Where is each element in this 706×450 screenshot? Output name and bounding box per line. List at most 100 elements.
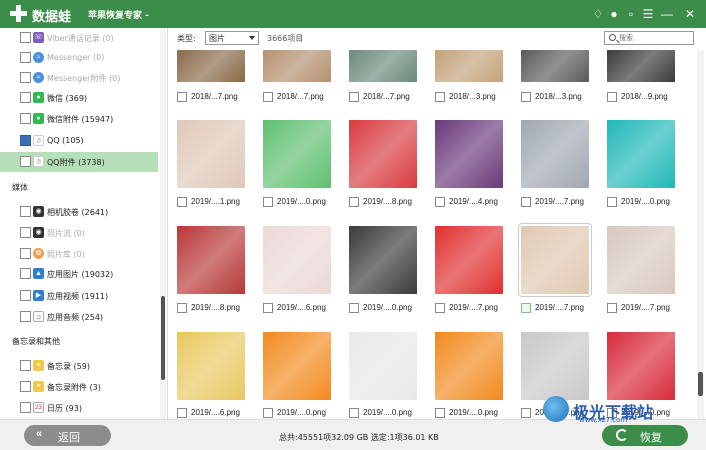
thumbnail[interactable] xyxy=(177,226,245,294)
sidebar-scrollbar[interactable] xyxy=(160,28,166,419)
checkbox[interactable] xyxy=(20,156,31,167)
thumbnail-checkbox[interactable] xyxy=(263,92,273,102)
sidebar-item-app-videos[interactable]: ▶ 应用视频 (1911) xyxy=(0,286,158,306)
search-box[interactable] xyxy=(604,31,694,45)
thumbnail-checkbox[interactable] xyxy=(521,408,531,418)
sidebar-item-notes[interactable]: ≡ 备忘录 (59) xyxy=(0,356,158,376)
sidebar-item-photo-stream[interactable]: ◉ 照片流 (0) xyxy=(0,223,158,243)
thumbnail[interactable] xyxy=(177,332,245,400)
thumbnail-checkbox[interactable] xyxy=(435,92,445,102)
checkbox[interactable] xyxy=(20,32,31,43)
sidebar-item-calendar[interactable]: 23 日历 (93) xyxy=(0,398,158,418)
back-button[interactable]: « 返回 xyxy=(24,425,111,446)
thumbnail[interactable] xyxy=(607,50,675,82)
thumbnail[interactable] xyxy=(263,50,331,82)
sidebar-item-notes-attachments[interactable]: ≡ 备忘录附件 (3) xyxy=(0,377,158,397)
thumbnail-checkbox[interactable] xyxy=(521,92,531,102)
close-icon[interactable]: ✕ xyxy=(682,7,698,21)
checkbox[interactable] xyxy=(20,248,31,259)
sidebar-item-wechat-attachments[interactable]: ● 微信附件 (15947) xyxy=(0,109,158,129)
checkbox[interactable] xyxy=(20,311,31,322)
sidebar-item-viber-calls[interactable]: ☏ Viber通话记录 (0) xyxy=(0,28,158,48)
checkbox[interactable] xyxy=(20,92,31,103)
checkbox[interactable] xyxy=(20,72,31,83)
thumbnail-checkbox[interactable] xyxy=(521,303,531,313)
thumbnail[interactable] xyxy=(435,332,503,400)
thumbnail-checkbox[interactable] xyxy=(349,408,359,418)
thumbnail[interactable] xyxy=(263,120,331,188)
recover-button[interactable]: 恢复 xyxy=(602,425,688,446)
thumbnail[interactable] xyxy=(177,50,245,82)
sidebar-item-qq-attachments[interactable]: ☃ QQ附件 (3738) xyxy=(0,152,158,172)
menu-icon[interactable]: ☰ xyxy=(640,7,656,21)
thumbnail[interactable] xyxy=(518,223,592,297)
thumbnail[interactable] xyxy=(521,50,589,82)
sidebar-item-wechat[interactable]: ● 微信 (369) xyxy=(0,88,158,108)
grid-scrollbar-thumb[interactable] xyxy=(698,372,703,396)
thumbnail[interactable] xyxy=(349,50,417,82)
grid-scrollbar[interactable] xyxy=(697,50,704,419)
checkbox[interactable] xyxy=(20,52,31,63)
thumbnail-checkbox[interactable] xyxy=(607,92,617,102)
thumbnail-checkbox[interactable] xyxy=(177,303,187,313)
chat-icon[interactable]: ● xyxy=(606,7,622,21)
thumbnail-checkbox[interactable] xyxy=(263,197,273,207)
checkbox[interactable] xyxy=(20,290,31,301)
thumbnail[interactable] xyxy=(607,120,675,188)
thumbnail-checkbox[interactable] xyxy=(177,408,187,418)
sidebar-item-app-audio[interactable]: ♫ 应用音频 (254) xyxy=(0,307,158,327)
sidebar-item-app-images[interactable]: ▲ 应用图片 (19032) xyxy=(0,264,158,284)
thumbnail-checkbox[interactable] xyxy=(607,303,617,313)
thumbnail[interactable] xyxy=(521,332,589,400)
checkbox[interactable] xyxy=(20,135,31,146)
thumbnail-checkbox[interactable] xyxy=(263,408,273,418)
thumbnail[interactable] xyxy=(435,50,503,82)
thumbnail-checkbox[interactable] xyxy=(435,303,445,313)
sidebar-scrollbar-thumb[interactable] xyxy=(161,296,165,380)
checkbox[interactable] xyxy=(20,206,31,217)
diamond-icon[interactable]: ♢ xyxy=(590,7,606,21)
thumbnail-checkbox[interactable] xyxy=(177,197,187,207)
thumbnail-checkbox[interactable] xyxy=(435,197,445,207)
checkbox[interactable] xyxy=(20,268,31,279)
thumbnail[interactable] xyxy=(349,332,417,400)
thumbnail[interactable] xyxy=(349,120,417,188)
thumbnail-checkbox[interactable] xyxy=(349,92,359,102)
thumbnail[interactable] xyxy=(607,226,675,294)
search-input[interactable] xyxy=(619,33,691,43)
sidebar-item-label: Viber通话记录 (0) xyxy=(47,34,114,43)
checkbox[interactable] xyxy=(20,402,31,413)
thumbnail-image xyxy=(349,332,417,400)
minimize-icon[interactable]: — xyxy=(659,7,675,21)
thumbnail[interactable] xyxy=(349,226,417,294)
thumbnail-image xyxy=(607,50,675,82)
checkbox[interactable] xyxy=(20,360,31,371)
thumbnail[interactable] xyxy=(435,120,503,188)
thumbnail-checkbox[interactable] xyxy=(435,408,445,418)
thumbnail-checkbox[interactable] xyxy=(521,197,531,207)
thumbnail[interactable] xyxy=(177,120,245,188)
thumbnail-checkbox[interactable] xyxy=(177,92,187,102)
sidebar-item-camera-roll[interactable]: ◉ 相机胶卷 (2641) xyxy=(0,202,158,222)
sidebar-item-messenger-attachments[interactable]: ≈ Messenger附件 (0) xyxy=(0,68,158,88)
thumbnail[interactable] xyxy=(607,332,675,400)
thumbnail-checkbox[interactable] xyxy=(607,197,617,207)
sidebar-item-qq[interactable]: ☃ QQ (105) xyxy=(0,131,158,151)
checkbox[interactable] xyxy=(20,381,31,392)
thumbnail-image xyxy=(435,120,503,188)
thumbnail-checkbox[interactable] xyxy=(263,303,273,313)
thumbnail[interactable] xyxy=(263,332,331,400)
sidebar-item-label: Messenger附件 (0) xyxy=(47,74,121,83)
thumbnail-checkbox[interactable] xyxy=(349,197,359,207)
thumbnail[interactable] xyxy=(521,120,589,188)
thumbnail-checkbox[interactable] xyxy=(349,303,359,313)
thumbnail[interactable] xyxy=(435,226,503,294)
feedback-icon[interactable]: ▫ xyxy=(623,7,639,21)
thumbnail[interactable] xyxy=(263,226,331,294)
checkbox[interactable] xyxy=(20,227,31,238)
type-select[interactable]: 图片 xyxy=(205,31,259,45)
sidebar-item-photo-library[interactable]: ✿ 照片库 (0) xyxy=(0,244,158,264)
checkbox[interactable] xyxy=(20,113,31,124)
thumbnail-filename: 2019/....0.png xyxy=(363,303,412,312)
sidebar-item-messenger[interactable]: ≈ Messenger (0) xyxy=(0,48,158,68)
